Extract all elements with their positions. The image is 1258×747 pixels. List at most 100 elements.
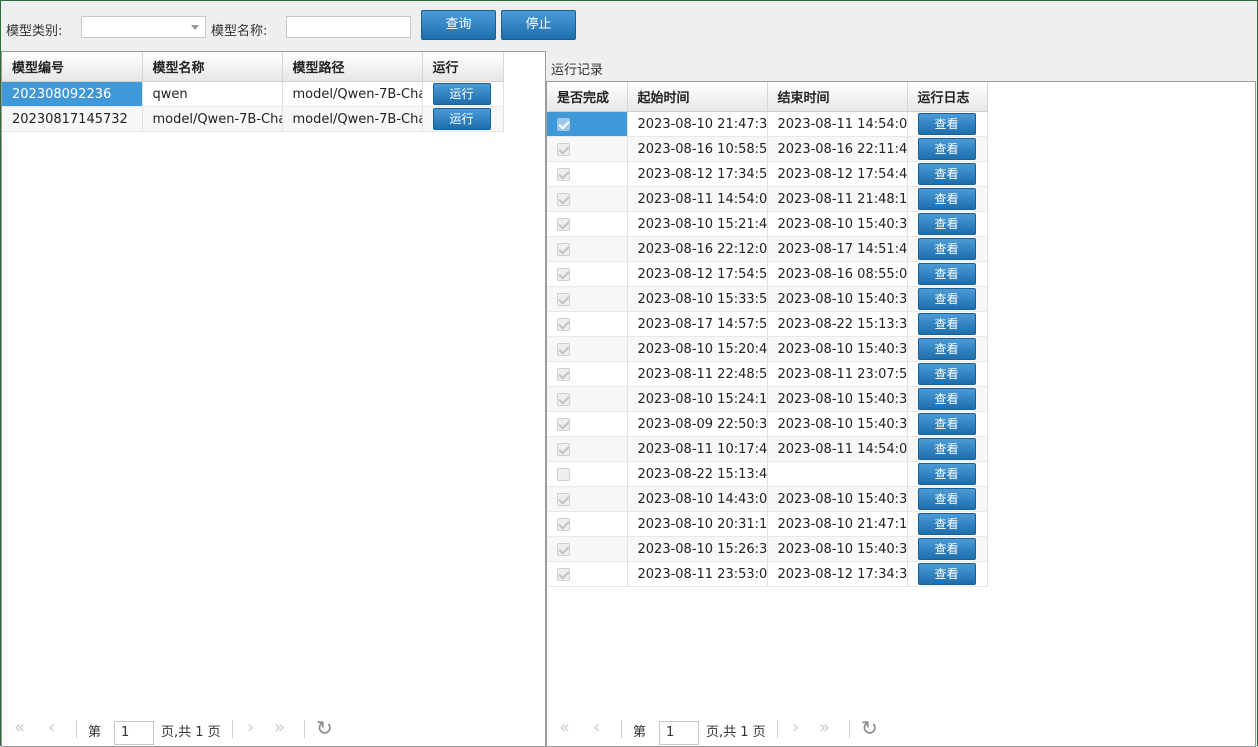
refresh-icon[interactable]: ↻ [316,716,333,740]
end-time[interactable]: 2023-08-11 14:54:01 [767,436,908,462]
done-checkbox[interactable] [557,367,570,381]
view-log-button[interactable]: 查看 [917,138,976,160]
prev-page-icon[interactable]: ‹ [48,717,55,738]
start-time[interactable]: 2023-08-10 15:20:40 [627,336,768,362]
start-time[interactable]: 2023-08-16 22:12:02 [627,236,768,262]
start-time[interactable]: 2023-08-10 15:24:19 [627,386,768,412]
done-checkbox[interactable] [557,567,570,581]
chevron-down-icon[interactable] [191,25,199,30]
stop-button[interactable]: 停止 [501,10,576,40]
start-time[interactable]: 2023-08-16 10:58:54 [627,136,768,162]
end-time[interactable]: 2023-08-10 15:40:30 [767,336,908,362]
col-done[interactable]: 是否完成 [547,82,628,112]
done-checkbox[interactable] [557,317,570,331]
col-end-time[interactable]: 结束时间 [767,82,908,112]
view-log-button[interactable]: 查看 [917,413,976,435]
done-checkbox[interactable] [557,217,570,231]
table-row[interactable]: 2023-08-11 23:53:00 2023-08-12 17:34:38 查看 [547,561,988,587]
first-page-icon[interactable]: « [14,717,25,738]
start-time[interactable]: 2023-08-11 10:17:46 [627,436,768,462]
done-checkbox[interactable] [557,492,570,506]
table-row[interactable]: 2023-08-10 14:43:05 2023-08-10 15:40:31 查看 [547,486,988,512]
table-row[interactable]: 2023-08-16 10:58:54 2023-08-16 22:11:49 查看 [547,136,988,162]
table-row[interactable]: 2023-08-12 17:54:54 2023-08-16 08:55:09 查看 [547,261,988,287]
table-row[interactable]: 2023-08-10 15:20:40 2023-08-10 15:40:30 查看 [547,336,988,362]
prev-page-icon[interactable]: ‹ [593,717,600,738]
start-time[interactable]: 2023-08-12 17:54:54 [627,261,768,287]
view-log-button[interactable]: 查看 [917,563,976,585]
done-checkbox[interactable] [557,442,570,456]
end-time[interactable]: 2023-08-17 14:51:40 [767,236,908,262]
view-log-button[interactable]: 查看 [917,238,976,260]
start-time[interactable]: 2023-08-12 17:34:55 [627,161,768,187]
start-time[interactable]: 2023-08-10 20:31:13 [627,511,768,537]
done-checkbox[interactable] [557,417,570,431]
view-log-button[interactable]: 查看 [917,213,976,235]
table-row[interactable]: 2023-08-10 21:47:30 2023-08-11 14:54:01 查看 [547,111,988,137]
done-checkbox[interactable] [557,117,570,131]
col-start-time[interactable]: 起始时间 [627,82,768,112]
col-model-name[interactable]: 模型名称 [142,52,283,82]
end-time[interactable]: 2023-08-16 08:55:09 [767,261,908,287]
done-checkbox[interactable] [557,542,570,556]
view-log-button[interactable]: 查看 [917,113,976,135]
done-checkbox[interactable] [557,142,570,156]
run-button[interactable]: 运行 [432,83,491,105]
done-checkbox[interactable] [557,167,570,181]
view-log-button[interactable]: 查看 [917,338,976,360]
start-time[interactable]: 2023-08-10 15:26:31 [627,536,768,562]
refresh-icon[interactable]: ↻ [861,716,878,740]
end-time[interactable]: 2023-08-10 15:40:30 [767,286,908,312]
next-page-icon[interactable]: › [792,717,799,738]
table-row[interactable]: 2023-08-10 15:33:53 2023-08-10 15:40:30 查看 [547,286,988,312]
query-button[interactable]: 查询 [421,10,496,40]
end-time[interactable]: 2023-08-10 21:47:18 [767,511,908,537]
model-path[interactable]: model/Qwen-7B-Chat/ [282,81,423,107]
done-checkbox[interactable] [557,342,570,356]
table-row[interactable]: 2023-08-22 15:13:49 查看 [547,461,988,487]
view-log-button[interactable]: 查看 [917,263,976,285]
view-log-button[interactable]: 查看 [917,488,976,510]
run-button[interactable]: 运行 [432,108,491,130]
table-row[interactable]: 2023-08-10 15:26:31 2023-08-10 15:40:31 查看 [547,536,988,562]
start-time[interactable]: 2023-08-10 14:43:05 [627,486,768,512]
done-checkbox[interactable] [557,267,570,281]
last-page-icon[interactable]: » [274,717,285,738]
name-input[interactable] [286,16,411,38]
view-log-button[interactable]: 查看 [917,463,976,485]
table-row[interactable]: 20230817145732 model/Qwen-7B-Chat2 model… [2,106,504,132]
view-log-button[interactable]: 查看 [917,538,976,560]
model-path[interactable]: model/Qwen-7B-Chat2 [282,106,423,132]
table-row[interactable]: 202308092236 qwen model/Qwen-7B-Chat/ 运行 [2,81,504,107]
end-time[interactable]: 2023-08-10 15:40:31 [767,536,908,562]
end-time[interactable]: 2023-08-12 17:54:49 [767,161,908,187]
model-name[interactable]: model/Qwen-7B-Chat2 [142,106,283,132]
done-checkbox[interactable] [557,467,570,481]
start-time[interactable]: 2023-08-10 15:33:53 [627,286,768,312]
start-time[interactable]: 2023-08-11 14:54:07 [627,186,768,212]
view-log-button[interactable]: 查看 [917,163,976,185]
start-time[interactable]: 2023-08-10 15:21:41 [627,211,768,237]
start-time[interactable]: 2023-08-11 22:48:56 [627,361,768,387]
end-time[interactable]: 2023-08-16 22:11:49 [767,136,908,162]
end-time[interactable]: 2023-08-10 15:40:31 [767,411,908,437]
view-log-button[interactable]: 查看 [917,513,976,535]
start-time[interactable]: 2023-08-10 21:47:30 [627,111,768,137]
page-number-input[interactable]: 1 [659,721,699,745]
start-time[interactable]: 2023-08-22 15:13:49 [627,461,768,487]
table-row[interactable]: 2023-08-12 17:34:55 2023-08-12 17:54:49 查看 [547,161,988,187]
end-time[interactable]: 2023-08-10 15:40:31 [767,386,908,412]
done-checkbox[interactable] [557,292,570,306]
page-number-input[interactable]: 1 [114,721,154,745]
col-log[interactable]: 运行日志 [907,82,988,112]
done-checkbox[interactable] [557,242,570,256]
start-time[interactable]: 2023-08-09 22:50:34 [627,411,768,437]
table-row[interactable]: 2023-08-09 22:50:34 2023-08-10 15:40:31 查看 [547,411,988,437]
end-time[interactable]: 2023-08-12 17:34:38 [767,561,908,587]
table-row[interactable]: 2023-08-10 20:31:13 2023-08-10 21:47:18 查看 [547,511,988,537]
view-log-button[interactable]: 查看 [917,438,976,460]
col-run[interactable]: 运行 [422,52,504,82]
end-time[interactable]: 2023-08-10 15:40:30 [767,211,908,237]
start-time[interactable]: 2023-08-17 14:57:57 [627,311,768,337]
model-id[interactable]: 202308092236 [2,81,143,107]
